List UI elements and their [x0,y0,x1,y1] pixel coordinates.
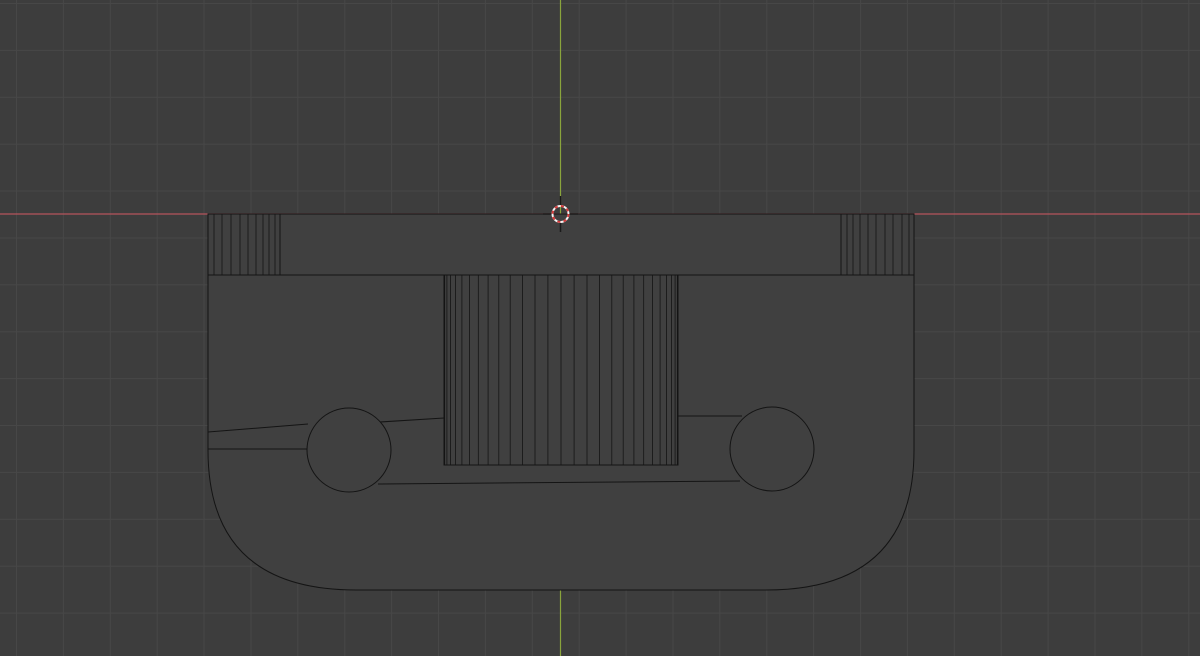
3d-viewport[interactable] [0,0,1200,656]
right-hole[interactable] [729,406,815,492]
mesh-object[interactable] [207,213,915,591]
viewport-canvas [0,0,1200,656]
left-hole[interactable] [306,407,392,493]
